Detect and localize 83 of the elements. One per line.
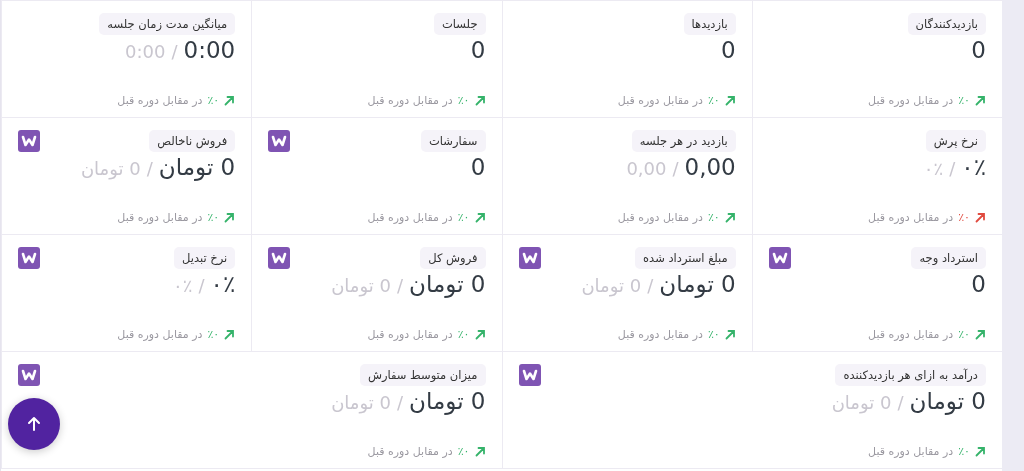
comparison-note: در مقابل دوره قبل	[868, 94, 954, 107]
comparison-note: در مقابل دوره قبل	[868, 328, 954, 341]
comparison-note: در مقابل دوره قبل	[117, 211, 203, 224]
previous-value: 0 تومان	[331, 275, 391, 296]
woocommerce-icon	[18, 364, 40, 386]
stat-label: بازدید در هر جلسه	[631, 130, 736, 152]
previous-value: 0,00	[626, 158, 667, 179]
stat-label: فروش ناخالص	[149, 130, 236, 152]
comparison-note: در مقابل دوره قبل	[367, 211, 453, 224]
separator-slash: /	[396, 275, 404, 296]
change-percent: ٪۰	[707, 328, 720, 341]
change-percent: ٪۰	[707, 94, 720, 107]
previous-value: 0:00	[125, 41, 166, 62]
stat-value: 0,00	[684, 154, 736, 180]
stat-value: 0	[721, 37, 736, 63]
stat-label: مبلغ استرداد شده	[635, 247, 736, 269]
change-percent: ٪۰	[457, 94, 470, 107]
stat-value: ۰٪	[961, 154, 986, 180]
stat-label: درآمد به ازای هر بازدیدکننده	[835, 364, 986, 386]
comparison-note: در مقابل دوره قبل	[868, 445, 954, 458]
stat-value: 0:00	[183, 37, 236, 63]
comparison-note: در مقابل دوره قبل	[868, 211, 954, 224]
stat-label: نرخ تبدیل	[174, 247, 236, 269]
stat-value: 0 تومان	[409, 271, 486, 297]
separator-slash: /	[396, 392, 404, 413]
separator-slash: /	[198, 275, 205, 296]
comparison-note: در مقابل دوره قبل	[617, 211, 703, 224]
stat-value: 0 تومان	[909, 388, 986, 414]
woocommerce-icon	[518, 364, 541, 386]
change-percent: ٪۰	[207, 211, 220, 224]
stat-value: 0 تومان	[158, 154, 236, 180]
previous-value: 0 تومان	[831, 392, 892, 413]
change-percent: ٪۰	[958, 211, 970, 224]
woocommerce-icon	[268, 130, 291, 152]
comparison-note: در مقابل دوره قبل	[117, 328, 203, 341]
change-percent: ٪۰	[457, 445, 470, 458]
comparison-note: در مقابل دوره قبل	[617, 328, 703, 341]
separator-slash: /	[949, 158, 956, 179]
woocommerce-icon	[518, 247, 541, 269]
woocommerce-icon	[18, 130, 40, 152]
stat-label: سفارشات	[421, 130, 486, 152]
previous-value: ۰٪	[173, 275, 193, 296]
stat-label: فروش کل	[420, 247, 486, 269]
stat-value: 0	[971, 271, 986, 297]
stat-label: میانگین مدت زمان جلسه	[99, 13, 236, 35]
stat-value: ۰٪	[210, 271, 236, 297]
stat-label: جلسات	[434, 13, 486, 35]
change-percent: ٪۰	[457, 328, 470, 341]
comparison-note: در مقابل دوره قبل	[367, 445, 453, 458]
previous-value: ۰٪	[923, 158, 944, 179]
stat-label: میزان متوسط سفارش	[359, 364, 486, 386]
separator-slash: /	[146, 158, 153, 179]
separator-slash: /	[171, 41, 178, 62]
previous-value: 0 تومان	[581, 275, 642, 296]
comparison-note: در مقابل دوره قبل	[367, 94, 453, 107]
separator-slash: /	[672, 158, 679, 179]
change-percent: ٪۰	[207, 328, 220, 341]
stat-value: 0	[470, 37, 486, 63]
stat-value: 0	[971, 37, 986, 63]
stat-label: استرداد وجه	[911, 247, 986, 269]
change-percent: ٪۰	[958, 445, 970, 458]
comparison-note: در مقابل دوره قبل	[117, 94, 203, 107]
change-percent: ٪۰	[707, 211, 720, 224]
change-percent: ٪۰	[457, 211, 470, 224]
comparison-note: در مقابل دوره قبل	[617, 94, 703, 107]
change-percent: ٪۰	[958, 328, 970, 341]
separator-slash: /	[897, 392, 904, 413]
change-percent: ٪۰	[958, 94, 970, 107]
stat-label: بازدیدکنندگان	[907, 13, 986, 35]
stat-value: 0 تومان	[409, 388, 486, 414]
woocommerce-icon	[768, 247, 791, 269]
stat-value: 0 تومان	[659, 271, 736, 297]
comparison-note: در مقابل دوره قبل	[367, 328, 453, 341]
stat-label: بازدیدها	[683, 13, 736, 35]
arrow-up-icon	[26, 416, 42, 432]
previous-value: 0 تومان	[80, 158, 141, 179]
woocommerce-icon	[18, 247, 40, 269]
change-percent: ٪۰	[207, 94, 220, 107]
separator-slash: /	[647, 275, 654, 296]
previous-value: 0 تومان	[331, 392, 391, 413]
stat-label: نرخ پرش	[925, 130, 986, 152]
stat-value: 0	[470, 154, 486, 180]
woocommerce-icon	[268, 247, 291, 269]
